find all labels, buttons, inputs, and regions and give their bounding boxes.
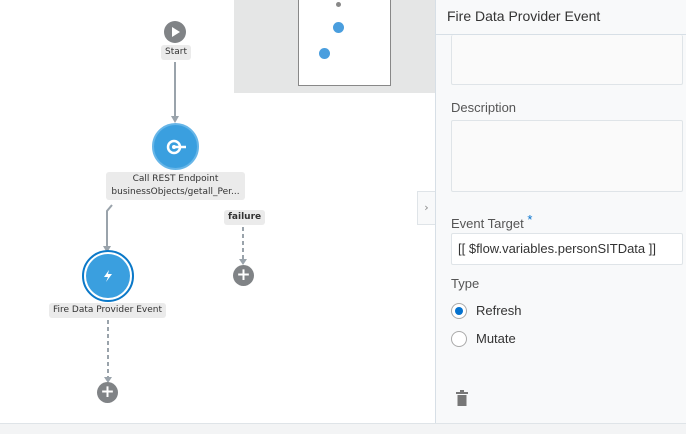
- add-step-failure-button[interactable]: +: [233, 265, 254, 286]
- call-rest-subtitle: businessObjects/getall_Per...: [111, 187, 240, 197]
- start-node-label: Start: [161, 45, 191, 60]
- description-label: Description: [451, 100, 517, 115]
- properties-panel: Fire Data Provider Event Description Eve…: [435, 0, 686, 423]
- start-node[interactable]: [164, 21, 186, 43]
- fire-data-provider-node[interactable]: [82, 250, 134, 302]
- call-rest-title: Call REST Endpoint: [132, 174, 219, 184]
- radio-refresh-label[interactable]: Refresh: [476, 303, 522, 318]
- event-target-input[interactable]: [[ $flow.variables.personSITData ]]: [451, 233, 683, 265]
- radio-refresh[interactable]: [451, 303, 467, 319]
- description-textarea[interactable]: [451, 120, 683, 192]
- required-mark: *: [527, 212, 533, 227]
- flow-connectors: [103, 62, 247, 383]
- radio-mutate[interactable]: [451, 331, 467, 347]
- add-step-button[interactable]: +: [97, 382, 118, 403]
- fire-data-provider-label: Fire Data Provider Event: [49, 303, 166, 318]
- lightning-icon: [104, 270, 112, 282]
- failure-label: failure: [224, 210, 266, 225]
- label-textarea[interactable]: [451, 35, 683, 85]
- call-rest-node-label: Call REST Endpoint businessObjects/getal…: [106, 172, 245, 200]
- type-label: Type: [451, 276, 480, 291]
- event-target-text: Event Target: [451, 216, 524, 231]
- trash-icon[interactable]: [456, 390, 468, 406]
- status-bar: [0, 423, 686, 434]
- play-icon: [172, 27, 180, 37]
- panel-title: Fire Data Provider Event: [436, 0, 686, 35]
- call-rest-node[interactable]: [152, 123, 199, 170]
- radio-mutate-label[interactable]: Mutate: [476, 331, 516, 346]
- event-target-label: Event Target *: [451, 212, 532, 231]
- rest-endpoint-icon: [166, 139, 186, 154]
- collapse-panel-button[interactable]: ›: [417, 191, 435, 225]
